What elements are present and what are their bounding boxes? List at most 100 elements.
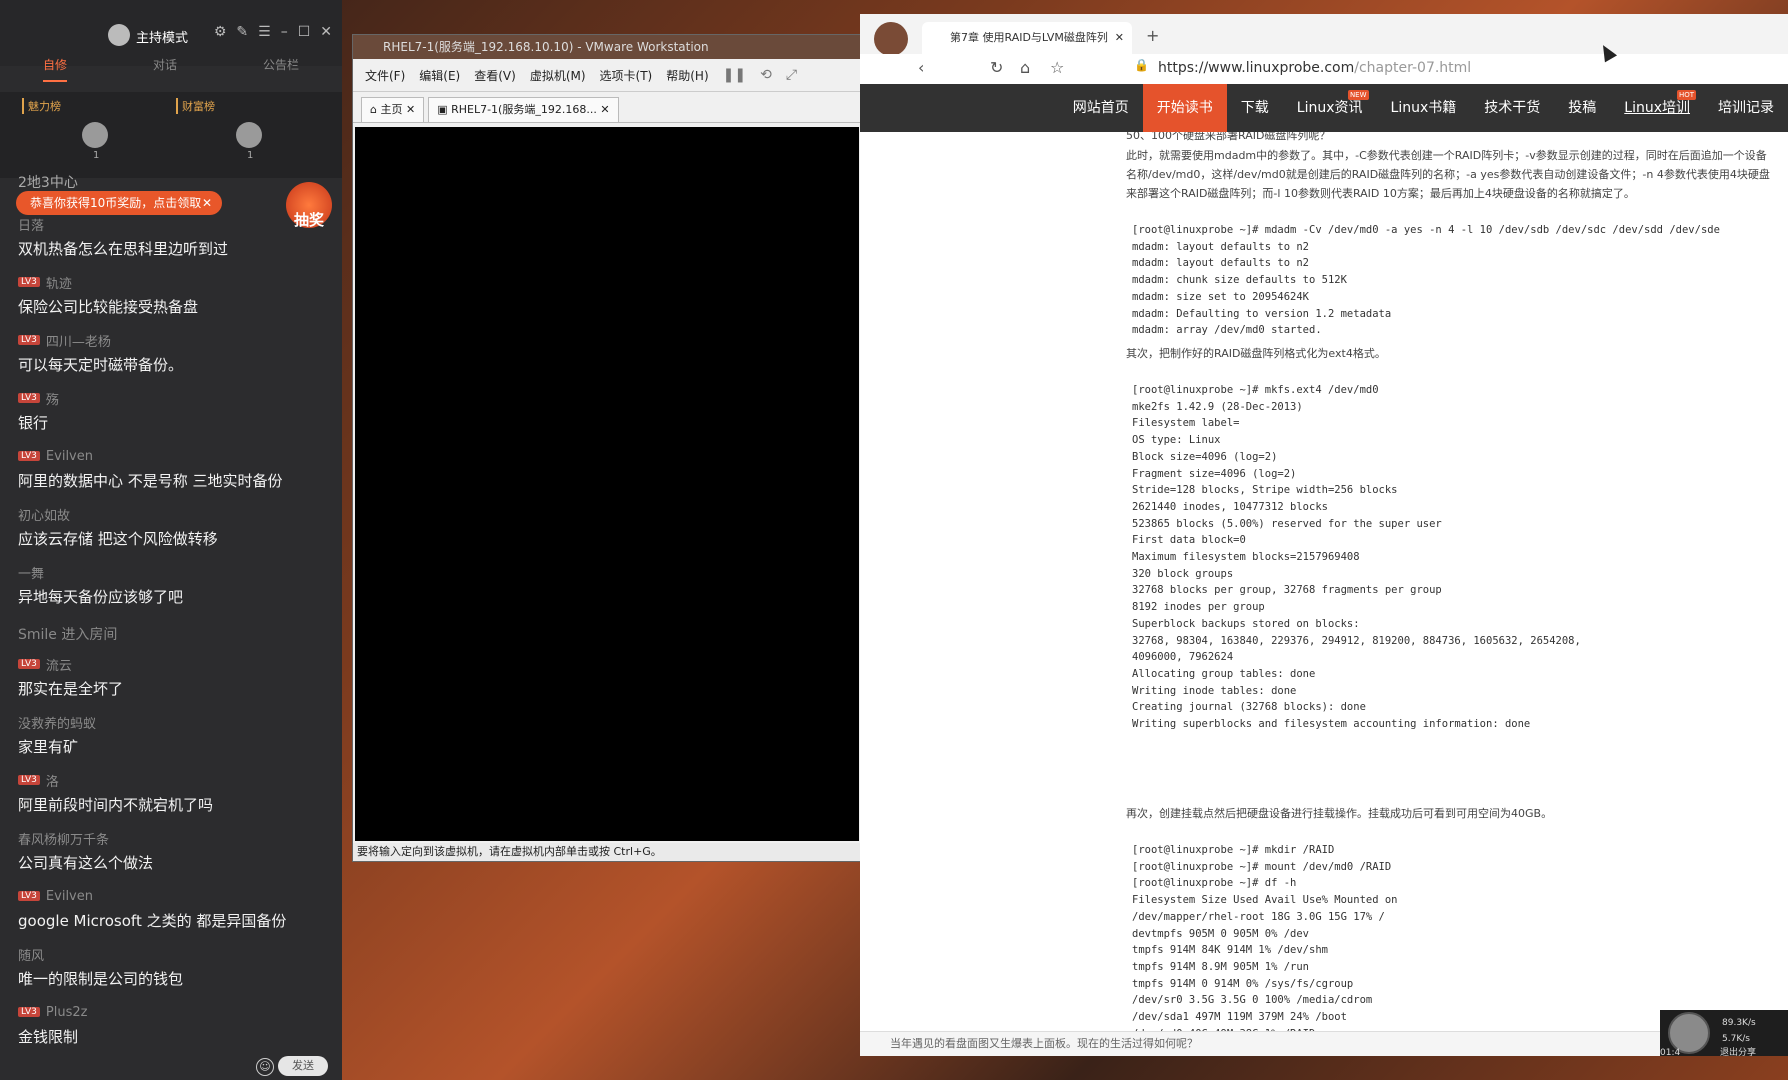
- paragraph: 此时，就需要使用mdadm中的参数了。其中，-C参数代表创建一个RAID阵列卡；…: [1126, 149, 1770, 200]
- level-badge: LV3: [18, 335, 40, 345]
- nav-training[interactable]: Linux培训 HOT: [1610, 84, 1704, 132]
- tab-dialog[interactable]: 对话: [153, 56, 177, 82]
- vmware-window: RHEL7-1(服务端_192.168.10.10) - VMware Work…: [352, 34, 862, 862]
- level-badge: LV3: [18, 891, 40, 901]
- wealth-top-avatar[interactable]: [236, 122, 262, 148]
- level-badge: LV3: [18, 659, 40, 669]
- smile-icon[interactable]: ☺: [256, 1058, 274, 1076]
- username[interactable]: Evilven: [46, 449, 93, 464]
- menu-file[interactable]: 文件(F): [365, 67, 405, 84]
- message-meta: LV3 Evilven: [18, 444, 342, 468]
- username[interactable]: 流云: [46, 655, 72, 674]
- username[interactable]: Evilven: [46, 889, 93, 904]
- edit-icon[interactable]: ✎: [236, 24, 248, 40]
- bookmark-star-icon[interactable]: ☆: [1050, 58, 1064, 77]
- menu-help[interactable]: 帮助(H): [666, 67, 708, 84]
- username[interactable]: 殇: [46, 389, 59, 408]
- reward-banner-text: 恭喜你获得10币奖励，点击领取: [30, 196, 202, 210]
- chat-footer: ☺ 发送: [0, 1054, 342, 1080]
- vm-console[interactable]: [355, 127, 859, 841]
- message-text: 银行: [18, 414, 49, 432]
- nav-label: 培训记录: [1718, 100, 1774, 116]
- nav-label: 下载: [1240, 100, 1269, 116]
- level-badge: LV3: [18, 393, 40, 403]
- tab-vm[interactable]: ▣ RHEL7-1(服务端_192.168... ✕: [428, 97, 619, 122]
- username[interactable]: 没救养的蚂蚁: [18, 713, 96, 732]
- username[interactable]: 初心如故: [18, 505, 70, 524]
- nav-home[interactable]: 网站首页: [1059, 84, 1143, 132]
- charm-rank-label[interactable]: 魅力榜: [22, 98, 61, 114]
- menu-icon[interactable]: ☰: [258, 24, 271, 40]
- level-badge: LV3: [18, 1007, 40, 1017]
- list-item: LV3 四川—老杨 可以每天定时磁带备份。: [0, 328, 342, 386]
- message-text: 唯一的限制是公司的钱包: [18, 970, 184, 988]
- nav-download[interactable]: 下载: [1227, 84, 1283, 132]
- close-icon[interactable]: ✕: [320, 24, 332, 40]
- exit-share-button[interactable]: 退出分享: [1720, 1045, 1756, 1058]
- charm-count: 1: [93, 150, 100, 161]
- vmware-tabs: ⌂ 主页 ✕ ▣ RHEL7-1(服务端_192.168... ✕: [353, 92, 861, 123]
- share-timer: 01:4: [1660, 1048, 1681, 1058]
- username[interactable]: 日落: [18, 215, 44, 234]
- list-item: 随风 唯一的限制是公司的钱包: [0, 942, 342, 1000]
- profile-avatar[interactable]: [874, 22, 908, 56]
- vmware-titlebar[interactable]: RHEL7-1(服务端_192.168.10.10) - VMware Work…: [353, 35, 861, 59]
- menu-vm[interactable]: 虚拟机(M): [530, 67, 586, 84]
- nav-submit[interactable]: 投稿: [1554, 84, 1610, 132]
- menu-view[interactable]: 查看(V): [474, 67, 516, 84]
- tab-close-icon[interactable]: ✕: [1115, 22, 1124, 54]
- nav-records[interactable]: 培训记录: [1704, 84, 1788, 132]
- hot-badge: HOT: [1676, 90, 1696, 100]
- list-item: 春风杨柳万千条 公司真有这么个做法: [0, 826, 342, 884]
- menu-tabs[interactable]: 选项卡(T): [600, 67, 653, 84]
- paragraph: 50、100个硬盘来部署RAID磁盘阵列呢？: [1126, 132, 1331, 142]
- new-tab-icon[interactable]: +: [1146, 26, 1159, 45]
- message-text: 保险公司比较能接受热备盘: [18, 298, 199, 316]
- nav-books[interactable]: Linux书籍: [1377, 84, 1471, 132]
- send-button[interactable]: 发送: [278, 1056, 328, 1076]
- snapshot-icon[interactable]: ⟲: [760, 67, 772, 83]
- tab-notice[interactable]: 公告栏: [263, 56, 299, 82]
- list-item: LV3 Evilven google Microsoft 之类的 都是异国备份: [0, 884, 342, 942]
- host-avatar[interactable]: [108, 24, 130, 46]
- nav-tech[interactable]: 技术干货: [1470, 84, 1554, 132]
- new-badge: NEW: [1347, 90, 1369, 100]
- nav-read[interactable]: 开始读书: [1142, 84, 1227, 132]
- username[interactable]: 随风: [18, 945, 44, 964]
- username[interactable]: 一舞: [18, 563, 44, 582]
- browser-window: 第7章 使用RAID与LVM磁盘阵列 ✕ + ‹ ↻ ⌂ ☆ 🔒 https:/…: [860, 14, 1788, 1058]
- tab-home[interactable]: ⌂ 主页 ✕: [361, 97, 425, 122]
- message-meta: 春风杨柳万千条: [18, 826, 342, 850]
- username[interactable]: 春风杨柳万千条: [18, 829, 109, 848]
- username[interactable]: 轨迹: [46, 273, 72, 292]
- message-list: 日落 双机热备怎么在思科里边听到过 LV3 轨迹 保险公司比较能接受热备盘 LV3…: [0, 212, 342, 1058]
- username[interactable]: 洛: [46, 771, 59, 790]
- tab-home-label: 主页: [380, 103, 403, 116]
- settings-icon[interactable]: ⚙: [214, 24, 227, 40]
- maximize-icon[interactable]: ☐: [298, 24, 311, 40]
- bottom-notice[interactable]: 当年遇见的看盘面图又生爆表上面板。现在的生活过得如何呢？: [860, 1031, 1788, 1056]
- fullscreen-icon[interactable]: ⤢: [786, 67, 797, 83]
- charm-top-avatar[interactable]: [82, 122, 108, 148]
- browser-tab[interactable]: 第7章 使用RAID与LVM磁盘阵列 ✕: [922, 22, 1132, 54]
- rank-board: 魅力榜 财富榜 1 1: [0, 92, 342, 178]
- url-input[interactable]: https://www.linuxprobe.com/chapter-07.ht…: [1158, 60, 1471, 76]
- menu-edit[interactable]: 编辑(E): [419, 67, 460, 84]
- home-icon[interactable]: ⌂: [1020, 58, 1030, 77]
- back-icon[interactable]: ‹: [918, 58, 924, 77]
- address-bar-row: ‹ ↻ ⌂ ☆ 🔒 https://www.linuxprobe.com/cha…: [860, 54, 1788, 84]
- message-meta: 没救养的蚂蚁: [18, 710, 342, 734]
- reload-icon[interactable]: ↻: [990, 58, 1003, 77]
- nav-label: Linux培训: [1624, 100, 1690, 116]
- username[interactable]: 四川—老杨: [46, 331, 111, 350]
- tab-chat[interactable]: 自修: [42, 56, 67, 82]
- pause-icon[interactable]: ❚❚: [723, 67, 746, 83]
- paragraph: 其次，把制作好的RAID磁盘阵列格式化为ext4格式。: [1126, 347, 1386, 360]
- site-nav: 网站首页 开始读书 下载 Linux资讯 NEW Linux书籍 技术干货 投稿 …: [860, 84, 1788, 132]
- wealth-rank-label[interactable]: 财富榜: [176, 98, 215, 114]
- minimize-icon[interactable]: –: [281, 24, 288, 40]
- nav-news[interactable]: Linux资讯 NEW: [1283, 84, 1377, 132]
- nav-label: 开始读书: [1156, 100, 1213, 116]
- message-text: 阿里前段时间内不就宕机了吗: [18, 796, 214, 814]
- username[interactable]: Plus2z: [46, 1005, 88, 1020]
